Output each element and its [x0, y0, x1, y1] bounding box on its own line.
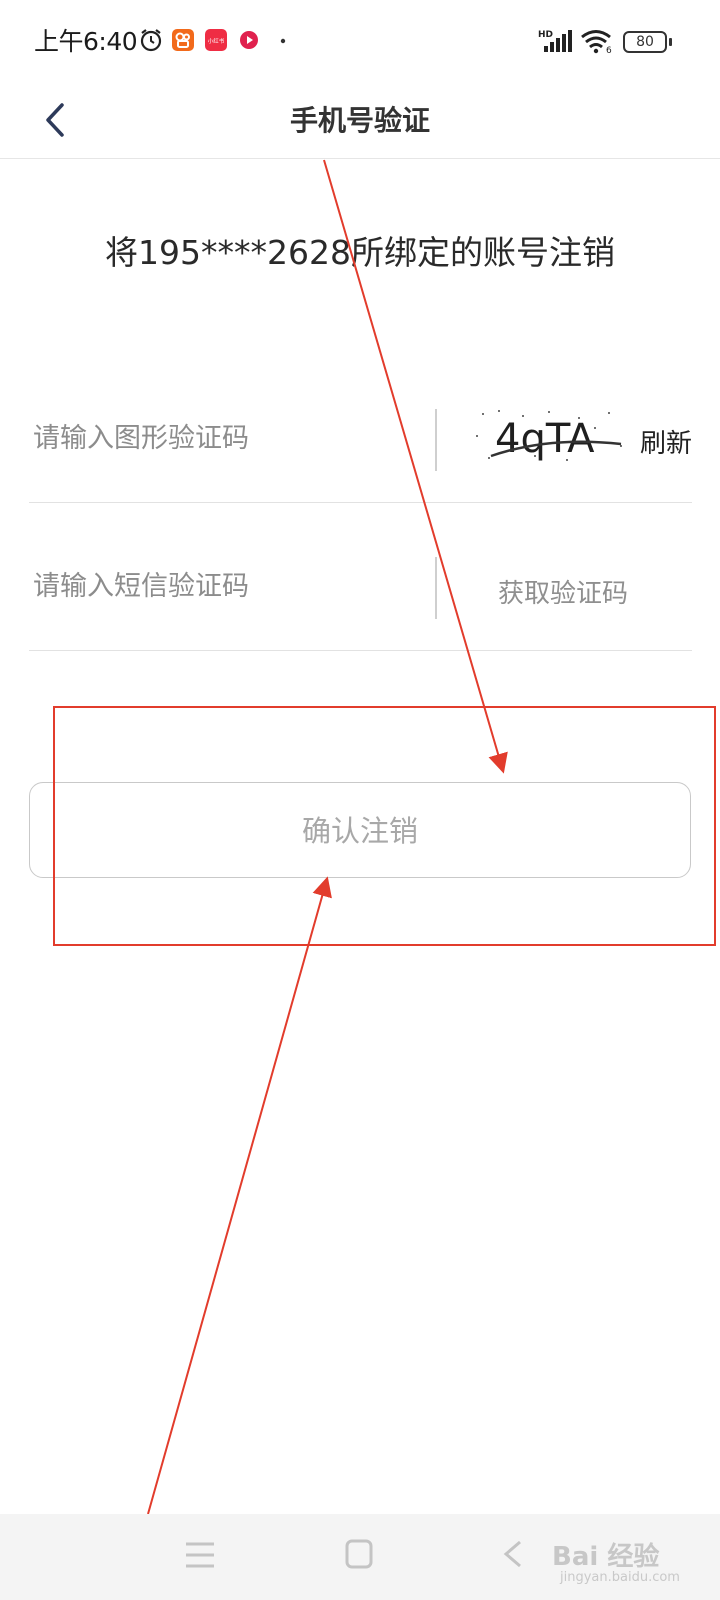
page-title: 手机号验证 [289, 104, 430, 137]
signal-icon: HD [538, 30, 572, 52]
captcha-text: 4qTA [495, 416, 595, 462]
captcha-input[interactable] [33, 418, 413, 458]
home-icon[interactable] [344, 1538, 374, 1570]
svg-text:小红书: 小红书 [208, 37, 225, 45]
page-header: 手机号验证 [0, 82, 720, 159]
captcha-row: 4qTA 刷新 [29, 392, 692, 503]
annotation-arrow-bottom [147, 876, 332, 1515]
sms-code-input[interactable] [33, 566, 413, 606]
battery-tip [669, 38, 672, 46]
refresh-captcha-button[interactable]: 刷新 [640, 423, 692, 460]
notification-dot-icon [280, 38, 286, 44]
captcha-image[interactable]: 4qTA [469, 406, 637, 466]
annotation-highlight-box [53, 706, 716, 946]
svg-text:6: 6 [606, 46, 612, 54]
sms-code-row: 获取验证码 [29, 540, 692, 651]
alarm-icon [140, 29, 162, 52]
account-notice: 将195****2628所绑定的账号注销 [105, 233, 615, 272]
status-bar: 上午6:40 小红书 HD 6 80 [0, 0, 720, 82]
svg-text:HD: HD [538, 30, 553, 40]
watermark-url: jingyan.baidu.com [560, 1570, 680, 1585]
divider [435, 409, 437, 471]
wifi-icon: 6 [581, 30, 612, 54]
menu-icon[interactable] [184, 1540, 216, 1570]
battery-indicator: 80 [623, 31, 667, 53]
xiaohongshu-app-icon: 小红书 [205, 29, 227, 51]
back-nav-icon[interactable] [500, 1538, 526, 1570]
status-time: 上午6:40 [34, 27, 138, 56]
video-app-icon [240, 31, 258, 49]
system-nav-bar: Bai 经验 jingyan.baidu.com [0, 1514, 720, 1600]
watermark-brand: Bai 经验 [552, 1542, 660, 1572]
kuaishou-app-icon [172, 29, 194, 51]
get-code-button[interactable]: 获取验证码 [437, 573, 689, 610]
